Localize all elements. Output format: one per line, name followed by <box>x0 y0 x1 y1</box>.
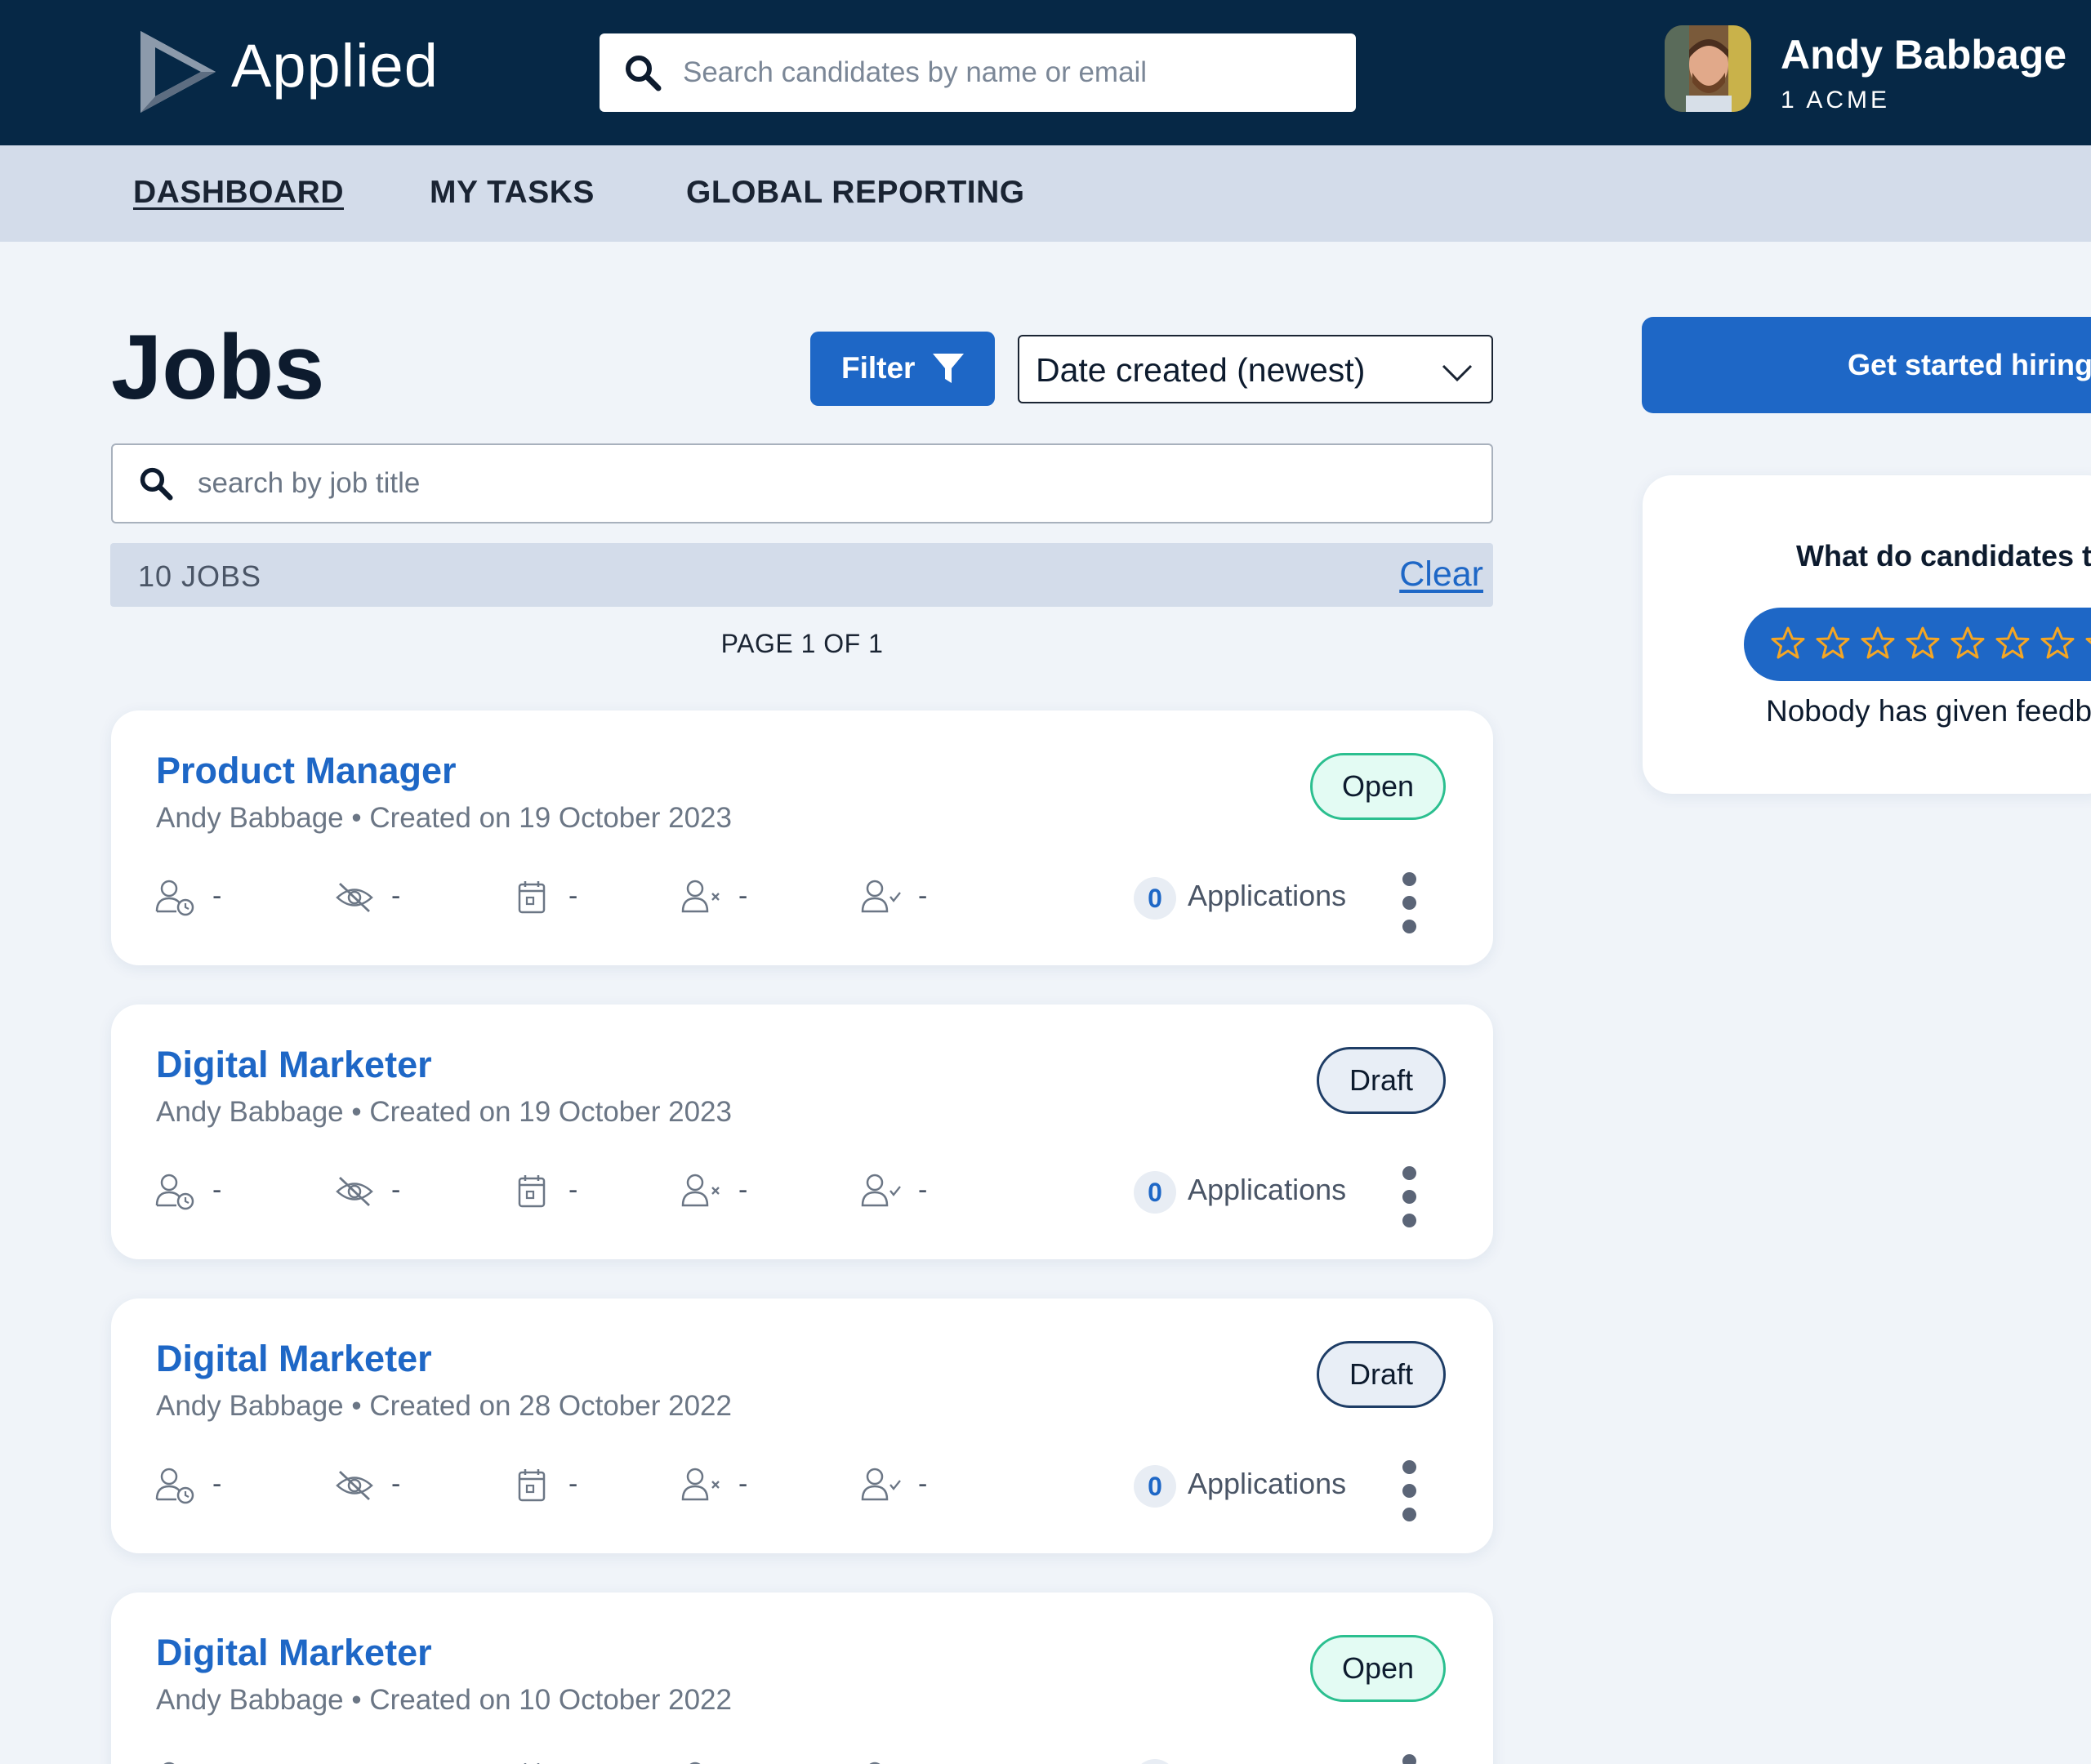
star-icon[interactable] <box>1905 626 1941 662</box>
more-dot-icon <box>1402 896 1416 910</box>
job-stat-value: - <box>212 1174 222 1205</box>
more-dot-icon <box>1402 1214 1416 1227</box>
applications-count[interactable]: 0 <box>1134 1171 1176 1214</box>
job-title-link[interactable]: Digital Marketer <box>156 1338 432 1380</box>
job-title-search[interactable] <box>111 443 1493 523</box>
page-indicator: PAGE 1 OF 1 <box>720 629 884 658</box>
nav-global-reporting[interactable]: GLOBAL REPORTING <box>686 175 1025 211</box>
search-icon <box>626 56 662 91</box>
get-started-hiring-button[interactable]: Get started hiring <box>1642 317 2091 413</box>
star-icon[interactable] <box>2084 626 2091 662</box>
user-organisation: 1 ACME <box>1781 87 1891 114</box>
rating-stars <box>1744 608 2091 681</box>
star-icon[interactable] <box>1815 626 1851 662</box>
applications-label[interactable]: Applications <box>1188 1761 1346 1764</box>
star-icon[interactable] <box>1995 626 2031 662</box>
job-meta: Andy Babbage • Created on 19 October 202… <box>156 1096 732 1128</box>
star-icon[interactable] <box>1860 626 1896 662</box>
more-dot-icon <box>1402 1508 1416 1521</box>
applications-count[interactable]: 0 <box>1134 877 1176 920</box>
applications-label[interactable]: Applications <box>1188 879 1346 913</box>
job-title-search-input[interactable] <box>198 445 1472 522</box>
sort-dropdown-value: Date created (newest) <box>1036 351 1366 389</box>
job-card[interactable]: Digital Marketer Andy Babbage • Created o… <box>111 1592 1493 1764</box>
more-dot-icon <box>1402 920 1416 933</box>
more-options-button[interactable] <box>1395 1753 1424 1764</box>
user-avatar[interactable] <box>1665 25 1751 112</box>
applications-count[interactable]: 0 <box>1134 1465 1176 1508</box>
job-stat-value: - <box>918 880 928 911</box>
job-card[interactable]: Digital Marketer Andy Babbage • Created o… <box>111 1298 1493 1553</box>
feedback-empty-text: Nobody has given feedback yet <box>1766 694 2091 728</box>
job-card[interactable]: Digital Marketer Andy Babbage • Created o… <box>111 1004 1493 1259</box>
star-icon[interactable] <box>1950 626 1986 662</box>
job-stat-value: - <box>568 880 578 911</box>
job-stat-value: - <box>918 1174 928 1205</box>
more-dot-icon <box>1402 1484 1416 1498</box>
clear-filters-link[interactable]: Clear <box>1399 555 1483 595</box>
candidate-feedback-card: What do candidates think? Nobody has giv… <box>1643 475 2091 794</box>
job-stat-value: - <box>918 1468 928 1499</box>
job-stat-value: - <box>568 1468 578 1499</box>
main-nav: DASHBOARD MY TASKS GLOBAL REPORTING <box>0 145 2091 242</box>
job-stat-value: - <box>391 1468 401 1499</box>
user-name[interactable]: Andy Babbage <box>1781 31 2066 78</box>
status-badge: Draft <box>1317 1341 1446 1408</box>
candidate-search-input[interactable] <box>683 33 1336 112</box>
nav-dashboard[interactable]: DASHBOARD <box>133 175 344 211</box>
more-dot-icon <box>1402 1166 1416 1180</box>
more-options-button[interactable] <box>1395 871 1424 936</box>
applications-count[interactable]: 0 <box>1134 1759 1176 1764</box>
feedback-heading: What do candidates think? <box>1796 539 2091 572</box>
job-stat-value: - <box>212 880 222 911</box>
more-dot-icon <box>1402 872 1416 886</box>
job-stat-value: - <box>568 1174 578 1205</box>
job-title-link[interactable]: Product Manager <box>156 750 457 792</box>
job-stat-value: - <box>391 880 401 911</box>
filter-icon <box>933 354 964 383</box>
status-badge: Draft <box>1317 1047 1446 1114</box>
results-count-bar: 10 JOBS Clear <box>110 543 1493 607</box>
status-badge: Open <box>1310 1635 1446 1702</box>
status-badge: Open <box>1310 753 1446 820</box>
candidate-search[interactable] <box>600 33 1356 112</box>
brand-name[interactable]: Applied <box>231 31 439 100</box>
more-dot-icon <box>1402 1754 1416 1764</box>
job-title-link[interactable]: Digital Marketer <box>156 1044 432 1086</box>
avatar-photo-icon <box>1665 25 1751 112</box>
job-card[interactable]: Product Manager Andy Babbage • Created on… <box>111 710 1493 965</box>
star-icon[interactable] <box>1770 626 1806 662</box>
job-stat-value: - <box>738 880 748 911</box>
top-header: Applied Andy Babbage 1 ACME <box>0 0 2091 145</box>
job-stat-value: - <box>391 1174 401 1205</box>
job-meta: Andy Babbage • Created on 19 October 202… <box>156 802 732 834</box>
jobs-count: 10 JOBS <box>138 559 262 593</box>
applications-label[interactable]: Applications <box>1188 1467 1346 1501</box>
applications-label[interactable]: Applications <box>1188 1173 1346 1207</box>
job-stat-value: - <box>738 1174 748 1205</box>
job-meta: Andy Babbage • Created on 10 October 202… <box>156 1684 732 1716</box>
job-meta: Andy Babbage • Created on 28 October 202… <box>156 1390 732 1422</box>
more-options-button[interactable] <box>1395 1165 1424 1230</box>
job-stat-value: - <box>738 1468 748 1499</box>
job-stat-value: - <box>212 1468 222 1499</box>
more-dot-icon <box>1402 1460 1416 1474</box>
filter-button[interactable]: Filter <box>810 332 995 406</box>
star-icon[interactable] <box>2040 626 2075 662</box>
applied-logo-icon[interactable] <box>137 29 219 114</box>
page-title: Jobs <box>111 316 325 418</box>
search-icon <box>140 467 173 501</box>
filter-button-label: Filter <box>841 351 916 385</box>
job-title-link[interactable]: Digital Marketer <box>156 1632 432 1674</box>
sort-dropdown[interactable]: Date created (newest) <box>1018 335 1493 403</box>
more-dot-icon <box>1402 1190 1416 1204</box>
more-options-button[interactable] <box>1395 1459 1424 1524</box>
nav-my-tasks[interactable]: MY TASKS <box>430 175 595 211</box>
chevron-down-icon <box>1442 364 1473 382</box>
